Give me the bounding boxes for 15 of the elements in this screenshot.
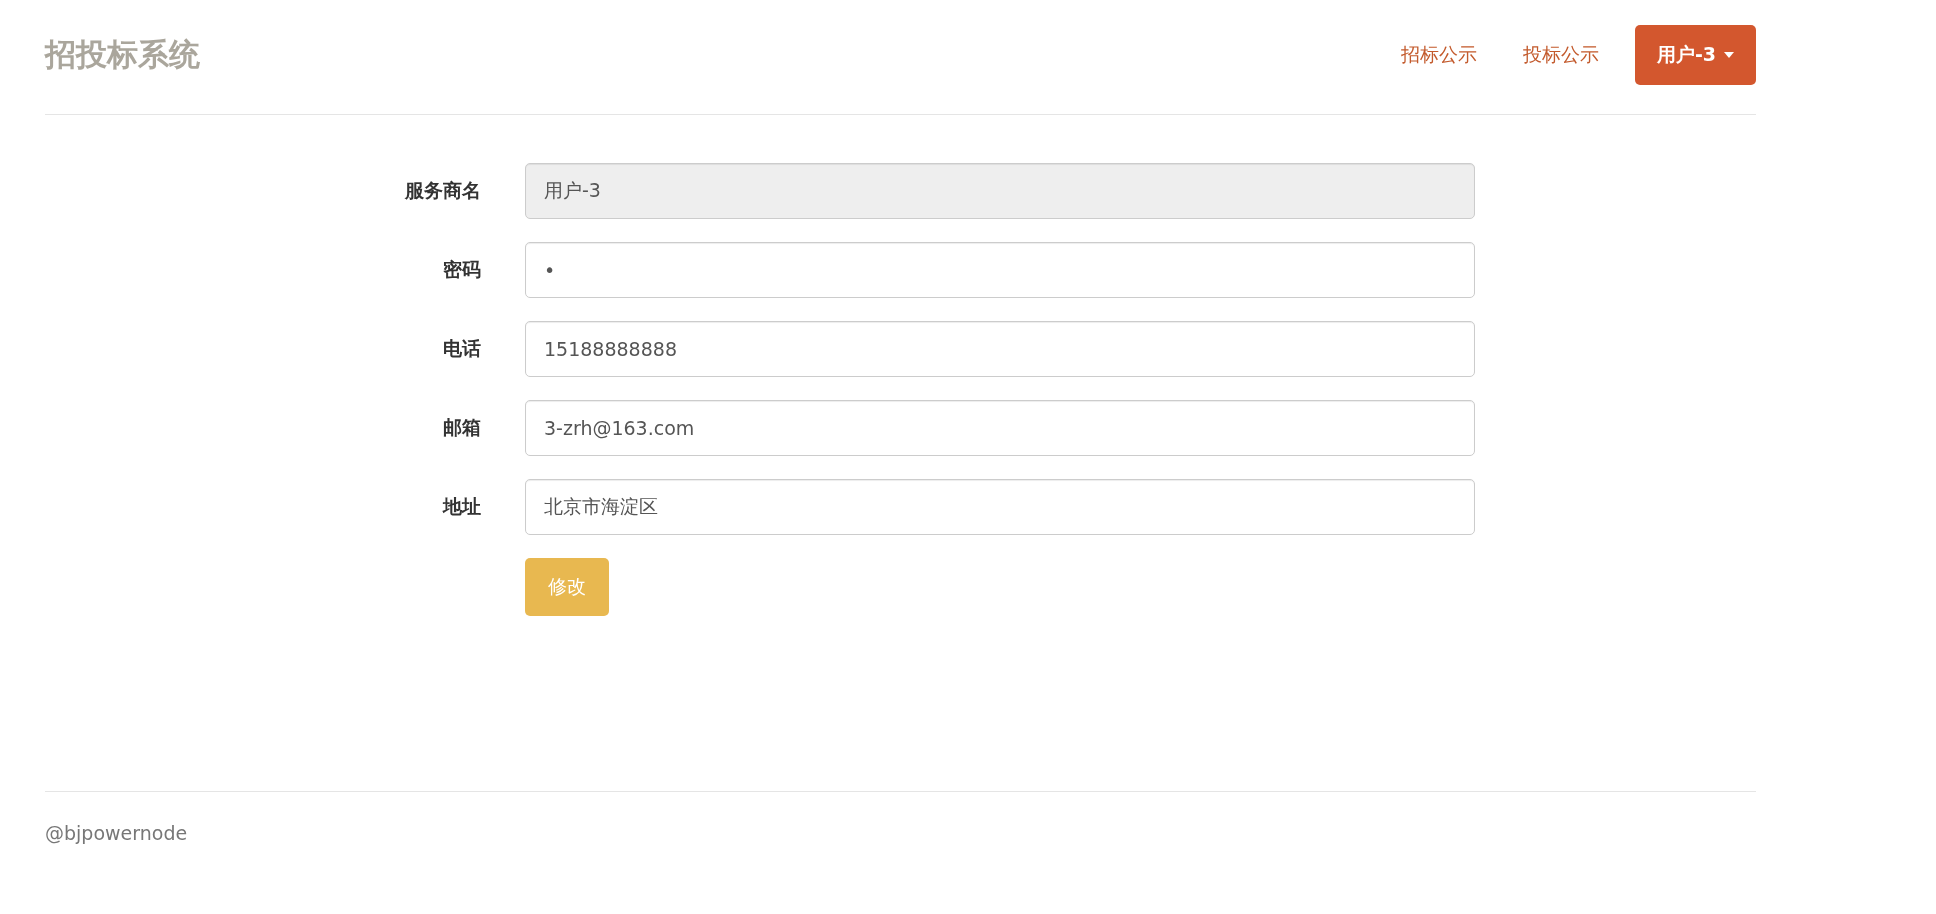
nav-link[interactable]: 招标公示 <box>1390 32 1487 78</box>
input-field[interactable]: 15188888888 <box>525 321 1475 377</box>
caret-icon <box>1724 52 1734 58</box>
input-field[interactable]: • <box>525 242 1475 298</box>
input-field[interactable]: 北京市海淀区 <box>525 479 1475 535</box>
nav-link[interactable]: 投标公示 <box>1512 32 1609 78</box>
field-label: 电话 <box>442 336 482 361</box>
site-title: 招投标系统 <box>45 35 201 74</box>
field-label: 服务商名 <box>404 178 482 203</box>
user-menu-button[interactable]: 用户-3 <box>1634 25 1756 85</box>
input-field[interactable]: 3-zrh@163.com <box>525 400 1475 456</box>
field-label: 密码 <box>442 257 482 282</box>
field-label: 邮箱 <box>442 415 482 440</box>
field-label: 地址 <box>441 494 482 519</box>
footer-text: @bjpowernode <box>45 822 188 844</box>
